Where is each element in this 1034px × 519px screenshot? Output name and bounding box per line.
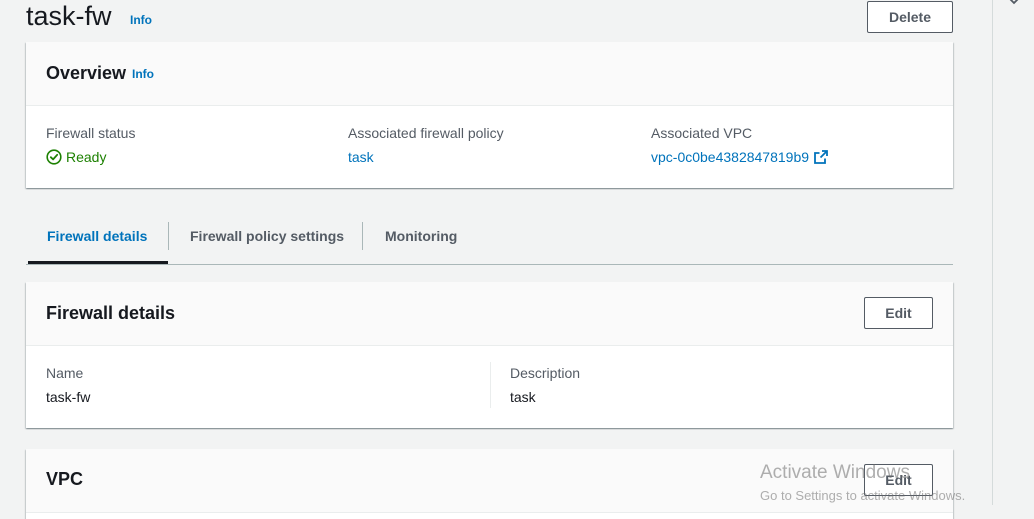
vpc-title: VPC — [46, 469, 84, 489]
right-rail — [992, 0, 1034, 505]
overview-card: Overview Info Firewall status Ready Asso… — [26, 42, 953, 188]
tab-firewall-policy-settings[interactable]: Firewall policy settings — [190, 222, 344, 264]
edit-details-button[interactable]: Edit — [864, 297, 933, 329]
vpc-card: VPC Edit — [26, 449, 953, 519]
status-indicator: Ready — [46, 149, 106, 165]
page-info-link[interactable]: Info — [130, 13, 152, 27]
column-divider — [490, 362, 491, 408]
name-label: Name — [46, 365, 84, 381]
windows-watermark-title: Activate Windows — [760, 462, 910, 483]
vpc-label: Associated VPC — [651, 125, 753, 141]
success-check-icon — [46, 149, 62, 165]
windows-watermark-subtitle: Go to Settings to activate Windows. — [760, 488, 966, 503]
overview-title: Overview — [46, 63, 127, 83]
description-label: Description — [510, 365, 581, 381]
overview-info-link[interactable]: Info — [132, 67, 154, 81]
tab-separator — [168, 222, 169, 250]
policy-label: Associated firewall policy — [348, 125, 504, 141]
firewall-details-title: Firewall details — [46, 303, 176, 323]
firewall-details-header: Firewall details — [26, 282, 953, 346]
tab-separator — [362, 222, 363, 250]
external-link-icon[interactable] — [813, 149, 829, 165]
delete-button[interactable]: Delete — [867, 1, 953, 33]
description-value: task — [510, 389, 536, 405]
page-title: task-fw — [26, 1, 112, 31]
tabs-divider — [26, 264, 953, 265]
tab-firewall-details[interactable]: Firewall details — [47, 222, 147, 264]
firewall-status-label: Firewall status — [46, 125, 136, 141]
help-panel-icon[interactable] — [1006, 0, 1022, 5]
vpc-link-group[interactable]: vpc-0c0be4382847819b9 — [651, 149, 829, 165]
overview-header: Overview Info — [26, 42, 953, 106]
firewall-status-value: Ready — [66, 149, 107, 165]
tab-monitoring[interactable]: Monitoring — [385, 222, 457, 264]
name-value: task-fw — [46, 389, 91, 405]
vpc-link[interactable]: vpc-0c0be4382847819b9 — [651, 149, 809, 165]
policy-link[interactable]: task — [348, 149, 374, 165]
firewall-details-card: Firewall details Edit Name task-fw Descr… — [26, 282, 953, 428]
